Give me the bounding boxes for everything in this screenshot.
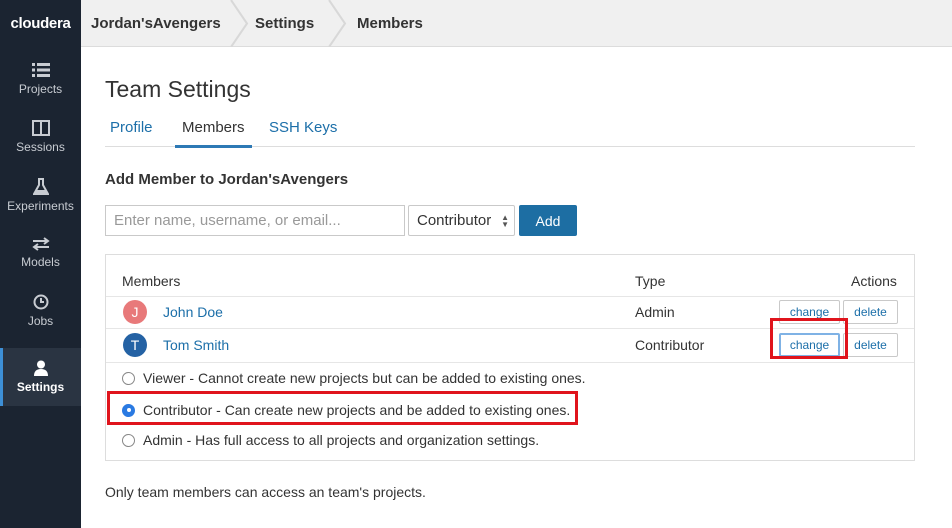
breadcrumb: Jordan'sAvengers Settings Members xyxy=(81,0,952,47)
change-button[interactable]: change xyxy=(779,300,840,324)
add-member-title: Add Member to Jordan'sAvengers xyxy=(105,171,349,188)
footer-note: Only team members can access an team's p… xyxy=(105,484,426,500)
sidebar-item-models[interactable]: Models xyxy=(0,224,81,282)
role-option-label: Contributor - Can create new projects an… xyxy=(143,402,571,418)
breadcrumb-members: Members xyxy=(357,15,423,32)
list-icon xyxy=(31,63,50,77)
select-arrows-icon: ▲ ▼ xyxy=(501,213,509,229)
user-icon xyxy=(33,360,48,376)
sidebar-item-settings[interactable]: Settings xyxy=(0,348,81,406)
column-header-type: Type xyxy=(635,273,666,289)
divider xyxy=(106,296,914,297)
role-select[interactable]: Contributor ▲ ▼ xyxy=(408,205,515,236)
breadcrumb-separator-icon xyxy=(328,0,347,47)
sidebar-item-label: Settings xyxy=(16,380,65,394)
sidebar-item-label: Models xyxy=(21,255,60,269)
role-option-label: Admin - Has full access to all projects … xyxy=(143,432,540,448)
sidebar-item-label: Projects xyxy=(18,82,63,96)
radio-button[interactable] xyxy=(122,371,135,385)
member-type: Admin xyxy=(635,304,675,320)
change-button[interactable]: change xyxy=(779,333,840,357)
sidebar-item-label: Jobs xyxy=(27,314,54,328)
sidebar-item-label: Sessions xyxy=(16,140,65,154)
flask-icon xyxy=(32,177,49,195)
breadcrumb-separator-icon xyxy=(230,0,249,47)
sidebar: cloudera Projects Sessions Experiments M… xyxy=(0,0,81,528)
member-name[interactable]: Tom Smith xyxy=(163,337,229,353)
cloudera-logo[interactable]: cloudera xyxy=(0,0,81,47)
window-icon xyxy=(31,120,50,136)
avatar: T xyxy=(123,333,147,357)
tab-profile[interactable]: Profile xyxy=(110,119,153,147)
settings-tabs: Profile Members SSH Keys xyxy=(105,119,915,148)
role-option-admin[interactable]: Admin - Has full access to all projects … xyxy=(122,432,539,448)
avatar: J xyxy=(123,300,147,324)
role-option-viewer[interactable]: Viewer - Cannot create new projects but … xyxy=(122,370,586,386)
members-table: Members Type Actions J John Doe Admin ch… xyxy=(105,254,915,461)
breadcrumb-settings[interactable]: Settings xyxy=(255,0,314,47)
page-title: Team Settings xyxy=(105,76,251,102)
member-name[interactable]: John Doe xyxy=(163,304,223,320)
tab-members[interactable]: Members xyxy=(175,119,252,148)
arrows-icon xyxy=(31,237,50,251)
sidebar-item-projects[interactable]: Projects xyxy=(0,50,81,108)
divider xyxy=(106,328,914,329)
column-header-members: Members xyxy=(122,273,181,289)
role-option-contributor[interactable]: Contributor - Can create new projects an… xyxy=(122,402,570,418)
delete-button[interactable]: delete xyxy=(843,300,898,324)
add-member-button[interactable]: Add xyxy=(519,205,577,236)
divider xyxy=(106,362,914,363)
radio-button[interactable] xyxy=(122,403,135,417)
member-search-input[interactable] xyxy=(105,205,405,236)
radio-button[interactable] xyxy=(122,433,135,447)
breadcrumb-team[interactable]: Jordan'sAvengers xyxy=(91,0,221,47)
member-type: Contributor xyxy=(635,337,705,353)
sidebar-item-sessions[interactable]: Sessions xyxy=(0,108,81,166)
sidebar-item-experiments[interactable]: Experiments xyxy=(0,166,81,224)
delete-button[interactable]: delete xyxy=(843,333,898,357)
clock-icon xyxy=(33,294,48,310)
column-header-actions: Actions xyxy=(851,273,897,289)
sidebar-item-label: Experiments xyxy=(7,198,74,213)
role-select-value: Contributor xyxy=(417,212,492,229)
role-option-label: Viewer - Cannot create new projects but … xyxy=(143,370,586,386)
sidebar-item-jobs[interactable]: Jobs xyxy=(0,282,81,340)
tab-ssh-keys[interactable]: SSH Keys xyxy=(269,119,337,147)
